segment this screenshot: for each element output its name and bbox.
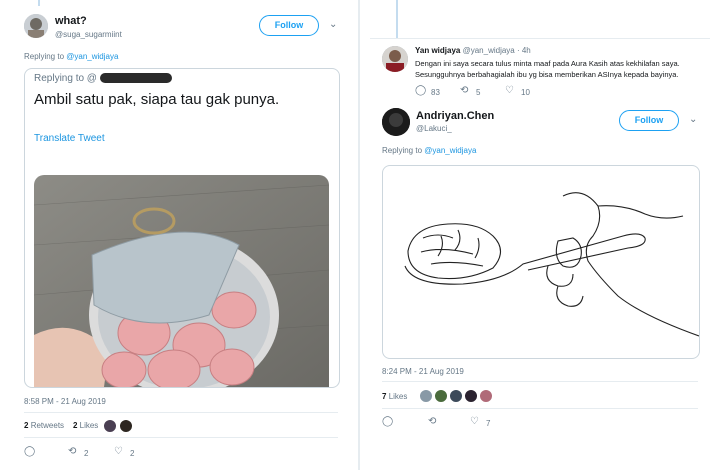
like-count: 7 xyxy=(486,419,491,428)
engagement-stats: 7 Likes xyxy=(382,392,407,401)
divider xyxy=(370,38,710,39)
thread-line xyxy=(38,0,40,6)
parent-text-line: Sesungguhnya berbahagialah ibu yg bisa m… xyxy=(415,70,679,79)
divider xyxy=(382,408,698,409)
follow-button[interactable]: Follow xyxy=(619,110,679,131)
liker-avatar[interactable] xyxy=(434,389,448,403)
user-handle[interactable]: @Lakuci_ xyxy=(416,124,452,133)
engagement-stats: 2 Retweets 2 Likes xyxy=(24,421,98,430)
retweets-label[interactable]: Retweets xyxy=(31,421,64,430)
quote-replying-line: Replying to @ xyxy=(34,73,172,84)
redacted-handle xyxy=(99,73,172,84)
replying-prefix: Replying to xyxy=(382,146,423,155)
tweet-timestamp[interactable]: 8:58 PM - 21 Aug 2019 xyxy=(24,397,106,406)
parent-text: Dengan ini saya secara tulus minta maaf … xyxy=(415,58,715,80)
likes-label[interactable]: Likes xyxy=(389,392,408,401)
translate-tweet-link[interactable]: Translate Tweet xyxy=(34,133,105,144)
like-count: 2 xyxy=(130,449,135,458)
liker-avatar[interactable] xyxy=(119,419,133,433)
heart-icon[interactable]: ♡ xyxy=(470,416,479,427)
parent-retweet-count: 5 xyxy=(476,88,481,97)
right-tweet-pane: Yan widjaya @yan_widjaya · 4h Dengan ini… xyxy=(360,0,720,470)
parent-name[interactable]: Yan widjaya xyxy=(415,46,460,55)
retweet-icon[interactable]: ⟲ xyxy=(460,85,468,96)
retweet-count: 2 xyxy=(84,449,89,458)
user-handle[interactable]: @suga_sugarmiint xyxy=(55,30,122,39)
heart-icon[interactable]: ♡ xyxy=(505,85,514,96)
user-avatar[interactable] xyxy=(24,14,48,38)
avatar-image xyxy=(382,108,410,136)
replying-to-link[interactable]: @yan_widjaya xyxy=(424,146,476,155)
brain-spoon-illustration[interactable] xyxy=(382,165,700,359)
quote-replying-prefix: Replying to @ xyxy=(34,73,97,84)
tweet-timestamp[interactable]: 8:24 PM - 21 Aug 2019 xyxy=(382,367,464,376)
liker-avatar[interactable] xyxy=(103,419,117,433)
parent-avatar[interactable] xyxy=(382,46,408,72)
retweets-count[interactable]: 2 xyxy=(24,421,28,430)
reply-icon[interactable]: ◯ xyxy=(382,416,393,427)
heart-icon[interactable]: ♡ xyxy=(114,446,123,457)
avatar-image xyxy=(24,14,48,38)
user-name[interactable]: Andriyan.Chen xyxy=(416,110,494,122)
parent-text-line: Dengan ini saya secara tulus minta maaf … xyxy=(415,59,680,68)
canned-brains-photo[interactable] xyxy=(34,175,329,387)
replying-to-line: Replying to @yan_widjaya xyxy=(24,52,118,61)
reply-icon[interactable]: ◯ xyxy=(415,85,426,96)
parent-handle-time[interactable]: @yan_widjaya · 4h xyxy=(463,46,531,55)
quoted-tweet-card[interactable]: Replying to @ Ambil satu pak, siapa tau … xyxy=(24,68,340,388)
liker-avatar[interactable] xyxy=(464,389,478,403)
likes-count[interactable]: 7 xyxy=(382,392,386,401)
liker-avatar[interactable] xyxy=(449,389,463,403)
likes-label[interactable]: Likes xyxy=(80,421,99,430)
divider xyxy=(24,437,338,438)
replying-to-line: Replying to @yan_widjaya xyxy=(382,146,476,155)
retweet-icon[interactable]: ⟲ xyxy=(428,416,436,427)
thread-line xyxy=(396,0,398,38)
parent-like-count: 10 xyxy=(521,88,530,97)
avatar-image xyxy=(382,46,408,72)
reply-icon[interactable]: ◯ xyxy=(24,446,35,457)
liker-avatar[interactable] xyxy=(479,389,493,403)
chevron-down-icon[interactable]: ⌄ xyxy=(329,19,337,30)
parent-reply-count: 83 xyxy=(431,88,440,97)
retweet-icon[interactable]: ⟲ xyxy=(68,446,76,457)
quote-text: Ambil satu pak, siapa tau gak punya. xyxy=(34,91,280,108)
user-avatar[interactable] xyxy=(382,108,410,136)
parent-header: Yan widjaya @yan_widjaya · 4h xyxy=(415,46,531,55)
divider xyxy=(24,412,338,413)
left-tweet-pane: what? @suga_sugarmiint Follow ⌄ Replying… xyxy=(0,0,359,470)
replying-prefix: Replying to xyxy=(24,52,65,61)
liker-avatar[interactable] xyxy=(419,389,433,403)
likes-count[interactable]: 2 xyxy=(73,421,77,430)
replying-to-link[interactable]: @yan_widjaya xyxy=(66,52,118,61)
chevron-down-icon[interactable]: ⌄ xyxy=(689,114,697,125)
divider xyxy=(382,381,698,382)
user-name[interactable]: what? xyxy=(55,15,87,27)
follow-button[interactable]: Follow xyxy=(259,15,319,36)
